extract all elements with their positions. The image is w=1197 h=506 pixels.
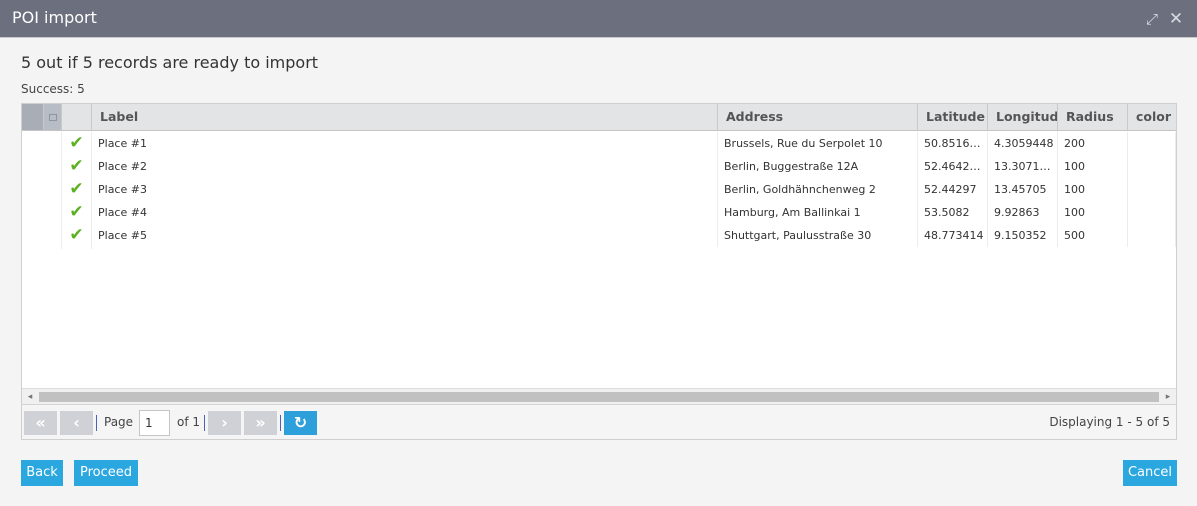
latitude-cell: 53.5082: [918, 201, 988, 224]
first-page-button[interactable]: «: [24, 411, 57, 435]
radius-cell: 100: [1058, 201, 1128, 224]
radius-cell: 500: [1058, 224, 1128, 247]
check-icon: ✔: [69, 179, 84, 199]
window-titlebar: POI import ⤢ ✕: [0, 0, 1197, 38]
radius-cell: 100: [1058, 178, 1128, 201]
records-grid: Label Address Latitude Longitude Radius …: [21, 103, 1177, 440]
address-cell: Hamburg, Am Ballinkai 1: [718, 201, 918, 224]
column-header-radius[interactable]: Radius: [1058, 104, 1128, 130]
column-header-label[interactable]: Label: [92, 104, 718, 130]
address-cell: Brussels, Rue du Serpolet 10: [718, 132, 918, 155]
row-select-column[interactable]: [22, 104, 44, 130]
latitude-cell: 52.44297: [918, 178, 988, 201]
select-all-checkbox[interactable]: [44, 104, 62, 130]
column-header-latitude[interactable]: Latitude: [918, 104, 988, 130]
column-header-longitude[interactable]: Longitude: [988, 104, 1058, 130]
scrollbar-thumb[interactable]: [39, 392, 1159, 402]
table-row[interactable]: ✔ Place #5 Shuttgart, Paulusstraße 30 48…: [22, 224, 1176, 247]
grid-header: Label Address Latitude Longitude Radius …: [22, 104, 1176, 131]
address-cell: Berlin, Goldhähnchenweg 2: [718, 178, 918, 201]
page-number-input[interactable]: [139, 410, 170, 436]
label-cell: Place #5: [92, 224, 718, 247]
status-cell: ✔: [62, 155, 92, 178]
page-label: Page: [104, 415, 134, 429]
table-row[interactable]: ✔ Place #2 Berlin, Buggestraße 12A 52.46…: [22, 155, 1176, 178]
radius-cell: 100: [1058, 155, 1128, 178]
status-cell: ✔: [62, 201, 92, 224]
check-icon: ✔: [69, 156, 84, 176]
label-cell: Place #2: [92, 155, 718, 178]
color-cell: [1128, 224, 1176, 247]
check-icon: ✔: [69, 225, 84, 245]
latitude-cell: 52.464259...: [918, 155, 988, 178]
horizontal-scrollbar[interactable]: ◂ ▸: [22, 388, 1176, 404]
paging-toolbar: « ‹ Page of 1 › » ↻ Displaying 1 - 5 of …: [22, 404, 1176, 439]
chevron-right-icon: ›: [221, 413, 228, 432]
window-title: POI import: [12, 8, 97, 27]
back-button[interactable]: Back: [21, 460, 63, 486]
refresh-icon: ↻: [293, 413, 308, 432]
status-cell: ✔: [62, 132, 92, 155]
latitude-cell: 48.773414: [918, 224, 988, 247]
latitude-cell: 50.851623...: [918, 132, 988, 155]
radius-cell: 200: [1058, 132, 1128, 155]
column-header-address[interactable]: Address: [718, 104, 918, 130]
double-chevron-left-icon: «: [35, 413, 46, 432]
expand-icon[interactable]: ⤢: [1143, 10, 1161, 28]
grid-body[interactable]: ✔ Place #1 Brussels, Rue du Serpolet 10 …: [22, 132, 1176, 388]
success-count: Success: 5: [21, 82, 85, 96]
page-count-label: of 1: [177, 415, 201, 429]
longitude-cell: 4.3059448: [988, 132, 1058, 155]
double-chevron-right-icon: »: [255, 413, 266, 432]
label-cell: Place #4: [92, 201, 718, 224]
import-summary: 5 out if 5 records are ready to import: [21, 53, 319, 72]
cancel-button[interactable]: Cancel: [1123, 460, 1177, 486]
toolbar-separator: [96, 415, 97, 431]
address-cell: Shuttgart, Paulusstraße 30: [718, 224, 918, 247]
refresh-button[interactable]: ↻: [284, 411, 317, 435]
color-cell: [1128, 201, 1176, 224]
scroll-left-icon[interactable]: ◂: [22, 389, 38, 405]
scroll-right-icon[interactable]: ▸: [1160, 389, 1176, 405]
label-cell: Place #3: [92, 178, 718, 201]
check-icon: ✔: [69, 133, 84, 153]
status-cell: ✔: [62, 224, 92, 247]
color-cell: [1128, 178, 1176, 201]
chevron-left-icon: ‹: [73, 413, 80, 432]
table-row[interactable]: ✔ Place #1 Brussels, Rue du Serpolet 10 …: [22, 132, 1176, 155]
status-column-header: [62, 104, 92, 130]
toolbar-separator: [280, 415, 281, 431]
column-header-color[interactable]: color: [1128, 104, 1176, 130]
table-row[interactable]: ✔ Place #4 Hamburg, Am Ballinkai 1 53.50…: [22, 201, 1176, 224]
next-page-button[interactable]: ›: [208, 411, 241, 435]
status-cell: ✔: [62, 178, 92, 201]
last-page-button[interactable]: »: [244, 411, 277, 435]
longitude-cell: 9.150352: [988, 224, 1058, 247]
previous-page-button[interactable]: ‹: [60, 411, 93, 435]
longitude-cell: 13.307196...: [988, 155, 1058, 178]
table-row[interactable]: ✔ Place #3 Berlin, Goldhähnchenweg 2 52.…: [22, 178, 1176, 201]
display-info: Displaying 1 - 5 of 5: [1049, 415, 1170, 429]
close-icon[interactable]: ✕: [1167, 10, 1185, 28]
address-cell: Berlin, Buggestraße 12A: [718, 155, 918, 178]
toolbar-separator: [204, 415, 205, 431]
check-icon: ✔: [69, 202, 84, 222]
proceed-button[interactable]: Proceed: [74, 460, 138, 486]
color-cell: [1128, 155, 1176, 178]
longitude-cell: 13.45705: [988, 178, 1058, 201]
color-cell: [1128, 132, 1176, 155]
label-cell: Place #1: [92, 132, 718, 155]
longitude-cell: 9.92863: [988, 201, 1058, 224]
